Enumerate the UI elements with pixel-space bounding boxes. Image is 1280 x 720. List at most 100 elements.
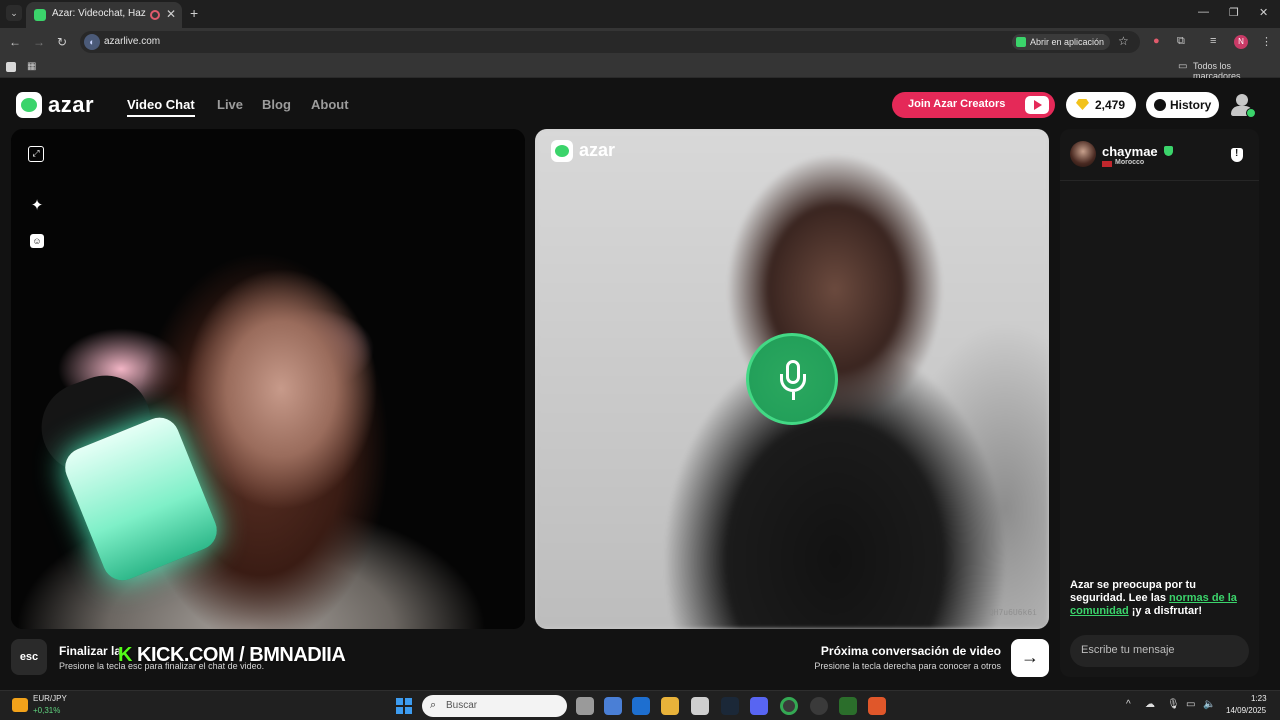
app-a-icon[interactable] — [868, 697, 886, 715]
gem-icon — [1076, 99, 1089, 110]
tab-title: Azar: Videochat, Haz nuevos — [52, 8, 148, 19]
join-creators-label: Join Azar Creators — [908, 98, 1006, 110]
chat-header: chaymae Morocco — [1060, 129, 1259, 181]
kick-logo-letter: K — [118, 644, 132, 666]
reload-icon[interactable]: ↻ — [57, 35, 67, 49]
partner-name: chaymae — [1102, 144, 1158, 159]
browser-toolbar: ← → ↻ ◐ azarlive.com Abrir en aplicación… — [0, 28, 1280, 56]
chrome-icon[interactable] — [780, 697, 798, 715]
history-button[interactable]: History — [1146, 92, 1219, 118]
nav-live[interactable]: Live — [217, 97, 243, 112]
back-icon[interactable]: ← — [9, 35, 21, 49]
join-creators-button[interactable]: Join Azar Creators — [892, 92, 1055, 118]
file-explorer-icon[interactable] — [661, 697, 679, 715]
browser-tab-bar: ⌄ Azar: Videochat, Haz nuevos ✕ + — ❐ ✕ — [0, 0, 1280, 28]
site-info-icon[interactable]: ◐ — [84, 34, 100, 50]
report-shield-icon[interactable] — [1231, 148, 1243, 162]
chat-panel: chaymae Morocco Azar se preocupa por tu … — [1060, 129, 1259, 677]
nav-about[interactable]: About — [311, 97, 349, 112]
clock-time[interactable]: 1:23 — [1251, 694, 1267, 703]
session-code: QH7u6U6k6i — [988, 608, 1037, 617]
partner-avatar[interactable] — [1070, 141, 1096, 167]
app-icon — [1016, 37, 1026, 47]
minimize-icon[interactable]: — — [1198, 6, 1209, 18]
azar-logo-icon — [16, 92, 42, 118]
partner-country: Morocco — [1115, 159, 1145, 166]
effects-sparkle-icon[interactable]: ✦ — [28, 197, 46, 215]
finance-widget-icon[interactable] — [12, 698, 28, 712]
tab-close-icon[interactable]: ✕ — [166, 7, 176, 21]
azar-page: azar Video Chat Live Blog About Join Aza… — [0, 78, 1280, 690]
safety-notice: Azar se preocupa por tu seguridad. Lee l… — [1070, 579, 1250, 618]
star-icon[interactable]: ☆ — [1118, 34, 1129, 48]
discord-icon[interactable] — [750, 697, 768, 715]
nav-blog[interactable]: Blog — [262, 97, 291, 112]
display-icon[interactable]: ▭ — [1186, 699, 1195, 710]
window-app-icon[interactable] — [691, 697, 709, 715]
remote-video: azar QH7u6U6k6i — [535, 129, 1049, 629]
remote-azar-logo-icon — [551, 140, 573, 162]
cloud-icon[interactable]: ☁ — [1145, 699, 1155, 710]
clock-date[interactable]: 14/09/2025 — [1226, 706, 1266, 715]
play-icon — [1025, 96, 1049, 114]
gems-button[interactable]: 2,479 — [1066, 92, 1136, 118]
azar-favicon-icon — [34, 9, 46, 21]
forward-icon[interactable]: → — [33, 35, 45, 49]
menu-icon[interactable]: ⋮ — [1261, 35, 1272, 48]
next-chat-button[interactable]: → — [1011, 639, 1049, 677]
steam-icon[interactable] — [721, 697, 739, 715]
store-icon[interactable] — [604, 697, 622, 715]
open-in-app-button[interactable]: Abrir en aplicación — [1012, 34, 1111, 50]
microphone-stem — [792, 392, 795, 400]
face-filter-icon[interactable]: ☺ — [30, 234, 44, 248]
close-window-icon[interactable]: ✕ — [1259, 6, 1268, 19]
search-icon: ⌕ — [430, 699, 437, 711]
restore-icon[interactable]: ❐ — [1229, 6, 1239, 19]
profile-avatar[interactable]: N — [1234, 35, 1248, 49]
taskbar-search[interactable]: ⌕ Buscar — [422, 695, 567, 717]
kick-icon[interactable] — [839, 697, 857, 715]
obs-icon[interactable] — [810, 697, 828, 715]
new-tab-icon[interactable]: + — [190, 5, 198, 21]
windows-start-icon[interactable] — [396, 698, 412, 714]
microphone-arc — [780, 374, 806, 392]
address-bar[interactable]: ◐ azarlive.com Abrir en aplicación ☆ — [80, 31, 1140, 53]
user-avatar[interactable] — [1230, 92, 1256, 118]
avatar-head — [1236, 94, 1248, 106]
volume-icon[interactable]: 🔈 — [1203, 699, 1215, 710]
bookmarks-bar: ▦ ▭ Todos los marcadores — [0, 56, 1280, 81]
end-chat-button[interactable]: esc — [11, 639, 47, 675]
recording-icon — [150, 10, 160, 20]
end-chat-title: Finalizar la — [59, 644, 122, 658]
stream-overlay-text: K KICK.COM / BMNADIIA — [118, 644, 346, 667]
task-view-icon[interactable] — [576, 697, 594, 715]
media-queue-icon[interactable]: ≡ — [1210, 35, 1216, 47]
extensions-icon[interactable]: ⧉ — [1177, 35, 1185, 48]
next-chat-hint: Presione la tecla derecha para conocer a… — [814, 661, 1001, 671]
local-video: ⤢ ✦ ☺ — [11, 129, 525, 629]
url-text: azarlive.com — [104, 36, 161, 47]
mic-tray-icon[interactable]: 🎙 — [1167, 699, 1180, 710]
history-label: History — [1170, 98, 1212, 112]
microphone-button[interactable] — [746, 333, 838, 425]
remote-azar-logo-text: azar — [579, 140, 616, 160]
kick-channel: KICK.COM / BMNADIIA — [137, 644, 346, 666]
browser-tab[interactable]: Azar: Videochat, Haz nuevos ✕ — [26, 2, 182, 28]
folder-icon: ▭ — [1178, 61, 1188, 72]
outlook-icon[interactable] — [632, 697, 650, 715]
message-input[interactable]: Escribe tu mensaje — [1070, 635, 1249, 667]
morocco-flag-icon — [1102, 161, 1112, 167]
tray-chevron-icon[interactable]: ^ — [1126, 699, 1131, 710]
fullscreen-icon[interactable]: ⤢ — [28, 146, 44, 162]
bookmark-page-icon[interactable] — [6, 62, 16, 72]
gem-count: 2,479 — [1095, 98, 1126, 112]
azar-logo-text: azar — [48, 92, 95, 117]
extension-record-icon[interactable]: ● — [1153, 35, 1160, 47]
online-status-icon — [1246, 108, 1256, 118]
clock-icon — [1154, 99, 1166, 111]
nav-video-chat[interactable]: Video Chat — [127, 97, 195, 117]
apps-grid-icon[interactable]: ▦ — [27, 61, 36, 72]
fx-change: +0,31% — [33, 706, 61, 715]
tab-search-chevron-icon[interactable]: ⌄ — [6, 5, 22, 21]
safety-notice-end: ¡y a disfrutar! — [1128, 605, 1203, 617]
